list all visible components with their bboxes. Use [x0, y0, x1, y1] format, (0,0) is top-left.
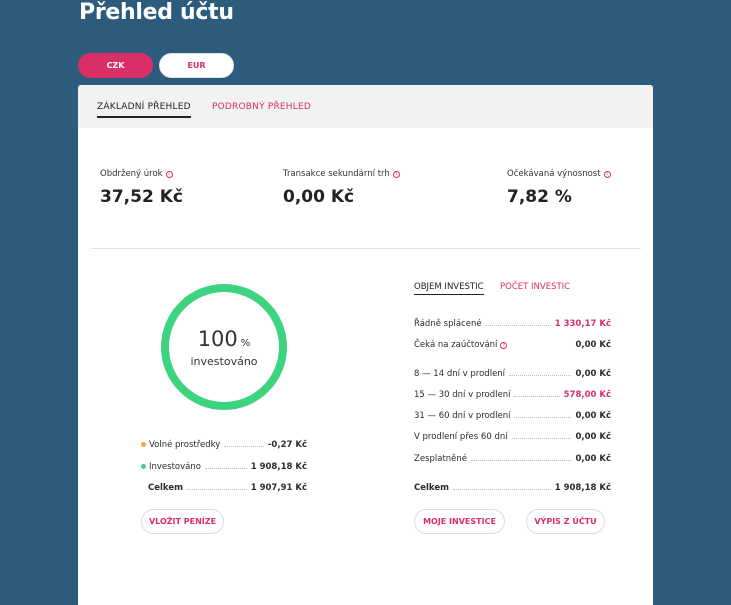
investment-row: Řádně splácené 1 330,17 Kč — [414, 315, 611, 329]
currency-czk-button[interactable]: CZK — [78, 53, 153, 78]
stat-secondary-market-label: Transakce sekundární trh — [283, 169, 390, 179]
stat-interest-value: 37,52 Kč — [100, 187, 183, 207]
stat-interest: Obdržený úrok i 37,52 Kč — [100, 169, 183, 207]
investment-row-total: Celkem 1 908,18 Kč — [414, 479, 611, 493]
tab-detailed-overview[interactable]: PODROBNÝ PŘEHLED — [212, 102, 311, 116]
funds-label: Celkem — [148, 483, 183, 493]
stat-expected-yield-value: 7,82 % — [507, 187, 572, 207]
investment-row: 31 — 60 dní v prodlení 0,00 Kč — [414, 407, 611, 421]
investment-value: 1 330,17 Kč — [554, 319, 611, 329]
investment-row: 15 — 30 dní v prodlení 578,00 Kč — [414, 386, 611, 400]
info-icon[interactable]: i — [500, 341, 508, 349]
funds-label: Investováno — [149, 462, 201, 472]
donut-center: 100% investováno — [160, 283, 288, 411]
investment-label: Celkem — [414, 483, 449, 493]
funds-value: 1 908,18 Kč — [250, 462, 307, 472]
investment-label: 8 — 14 dní v prodlení — [414, 369, 506, 379]
donut-label: investováno — [190, 354, 258, 368]
account-statement-button[interactable]: VÝPIS Z ÚČTU — [526, 509, 605, 534]
investment-label: Čeká na zaúčtování — [414, 340, 498, 350]
divider — [91, 248, 641, 249]
investment-value: 0,00 Kč — [575, 369, 611, 379]
investment-value: 0,00 Kč — [575, 340, 611, 350]
investment-label: Řádně splácené — [414, 319, 482, 329]
donut-percent-sign: % — [240, 337, 251, 349]
info-icon[interactable]: i — [165, 170, 173, 178]
investment-row: Zesplatněné 0,00 Kč — [414, 450, 611, 464]
tabs-bar: ZÁKLADNÍ PŘEHLED PODROBNÝ PŘEHLED — [78, 85, 653, 128]
investment-label: 31 — 60 dní v prodlení — [414, 411, 511, 421]
funds-label: Volné prostředky — [149, 440, 221, 450]
investment-label: Zesplatněné — [414, 454, 468, 464]
investment-row: 8 — 14 dní v prodlení 0,00 Kč — [414, 365, 611, 379]
my-investments-button[interactable]: MOJE INVESTICE — [414, 509, 505, 534]
green-dot-icon — [141, 464, 146, 469]
page-title: Přehled účtu — [79, 0, 234, 25]
stat-expected-yield: Očekávaná výnosnost i 7,82 % — [507, 169, 611, 207]
investment-row: V prodlení přes 60 dní 0,00 Kč — [414, 428, 611, 442]
investment-label: 15 — 30 dní v prodlení — [414, 390, 511, 400]
investment-label: V prodlení přes 60 dní — [414, 432, 508, 442]
funds-row-total: Celkem 1 907,91 Kč — [141, 479, 307, 493]
info-icon[interactable]: i — [392, 170, 400, 178]
funds-value: -0,27 Kč — [267, 440, 307, 450]
donut-percent: 100 — [197, 326, 238, 351]
currency-eur-button[interactable]: EUR — [159, 53, 234, 78]
stat-interest-label: Obdržený úrok — [100, 169, 163, 179]
investment-value: 578,00 Kč — [563, 390, 611, 400]
info-icon[interactable]: i — [603, 170, 611, 178]
account-card: ZÁKLADNÍ PŘEHLED PODROBNÝ PŘEHLED Obdrže… — [78, 85, 653, 605]
investment-value: 0,00 Kč — [575, 454, 611, 464]
stat-expected-yield-label: Očekávaná výnosnost — [507, 169, 601, 179]
investment-value: 0,00 Kč — [575, 432, 611, 442]
subtab-investment-volume[interactable]: OBJEM INVESTIC — [414, 282, 484, 295]
deposit-button[interactable]: VLOŽIT PENÍZE — [141, 509, 224, 534]
investment-value: 0,00 Kč — [575, 411, 611, 421]
funds-row-free: Volné prostředky -0,27 Kč — [141, 436, 307, 450]
stat-secondary-market-value: 0,00 Kč — [283, 187, 355, 207]
investment-value: 1 908,18 Kč — [554, 483, 611, 493]
funds-value: 1 907,91 Kč — [250, 483, 307, 493]
orange-dot-icon — [141, 442, 146, 447]
subtab-investment-count[interactable]: POČET INVESTIC — [500, 282, 570, 294]
investment-row: Čeká na zaúčtování i 0,00 Kč — [414, 336, 611, 350]
stat-secondary-market: Transakce sekundární trh i 0,00 Kč — [283, 169, 400, 207]
tab-basic-overview[interactable]: ZÁKLADNÍ PŘEHLED — [97, 102, 191, 118]
funds-row-invested: Investováno 1 908,18 Kč — [141, 458, 307, 472]
